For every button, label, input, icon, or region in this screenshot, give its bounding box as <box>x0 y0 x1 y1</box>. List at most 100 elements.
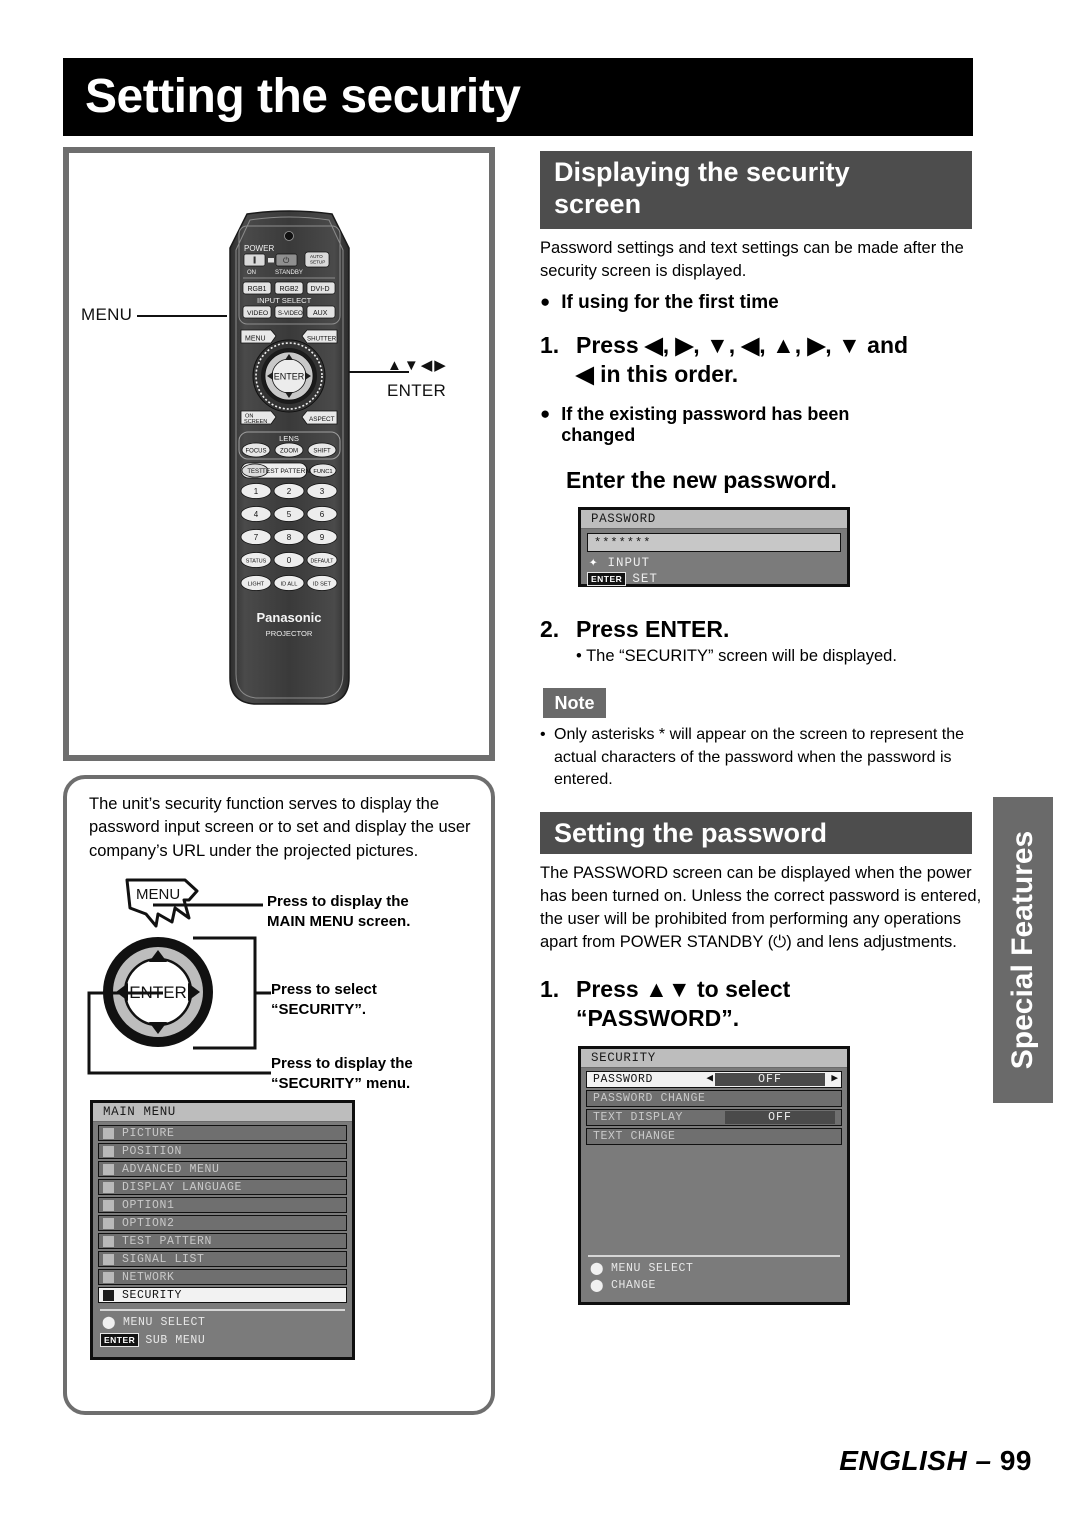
main-menu-item-option2[interactable]: OPTION2 <box>98 1215 347 1231</box>
svg-text:RGB2: RGB2 <box>280 286 299 293</box>
updown-diamond-icon: ⬤ <box>102 1315 117 1330</box>
svg-text:8: 8 <box>287 533 292 542</box>
security-item-password-change[interactable]: PASSWORD CHANGE <box>586 1090 842 1107</box>
password-step-1-line1: Press ▲▼ to select <box>576 976 791 1002</box>
security-footer-select-label: MENU SELECT <box>611 1262 694 1275</box>
step-2-label: Press ENTER. <box>576 616 730 642</box>
security-item-label: TEXT DISPLAY <box>593 1111 684 1124</box>
main-menu-item-label: OPTION2 <box>122 1216 175 1230</box>
security-item-value: OFF <box>715 1073 825 1086</box>
main-menu-item-label: SIGNAL LIST <box>122 1252 205 1266</box>
note-body: • Only asterisks * will appear on the sc… <box>540 724 970 792</box>
page-footer: ENGLISH – 99 <box>839 1445 1032 1477</box>
displaying-security-header-line2: screen <box>554 188 642 219</box>
svg-text:RGB1: RGB1 <box>248 286 267 293</box>
callout-menu-label: MENU <box>81 305 133 324</box>
setting-password-header-label: Setting the password <box>554 817 828 848</box>
main-menu-item-signal-list[interactable]: SIGNAL LIST <box>98 1251 347 1267</box>
password-step-1-line2: “PASSWORD”. <box>576 1005 740 1032</box>
main-menu-item-advanced-menu[interactable]: ADVANCED MENU <box>98 1161 347 1177</box>
password-osd-set-label: SET <box>632 572 658 586</box>
svg-text:ASPECT: ASPECT <box>309 416 335 423</box>
svg-text:AUX: AUX <box>313 310 328 317</box>
security-item-label: PASSWORD CHANGE <box>593 1092 706 1105</box>
note-badge: Note <box>543 688 606 718</box>
test-pattern-icon <box>103 1235 114 1247</box>
step-1-line1: Press ◀, ▶, ▼, ◀, ▲, ▶, ▼ and <box>576 332 909 358</box>
svg-text:ZOOM: ZOOM <box>280 449 298 455</box>
main-menu-osd-rows: PICTURE POSITION ADVANCED MENU DISPLAY LANG… <box>93 1122 352 1303</box>
svg-text:6: 6 <box>320 510 325 519</box>
svg-text:STATUS: STATUS <box>246 559 267 565</box>
main-menu-item-position[interactable]: POSITION <box>98 1143 347 1159</box>
security-item-password[interactable]: PASSWORD OFF ◀ ▶ <box>586 1071 842 1088</box>
network-icon <box>103 1271 114 1283</box>
bullet-first-time-label: If using for the first time <box>561 292 779 313</box>
main-menu-item-option1[interactable]: OPTION1 <box>98 1197 347 1213</box>
security-osd-rows: PASSWORD OFF ◀ ▶ PASSWORD CHANGE TEXT DISPLAY… <box>581 1068 847 1145</box>
security-osd-title: SECURITY <box>581 1049 847 1068</box>
main-menu-osd-footer: ⬤ MENU SELECT ENTER SUB MENU <box>100 1309 345 1351</box>
svg-text:MENU: MENU <box>136 886 180 903</box>
security-intro-text: Password settings and text settings can … <box>540 239 964 281</box>
security-footer-select: ⬤ MENU SELECT <box>588 1262 840 1275</box>
svg-text:⏻: ⏻ <box>283 256 290 265</box>
displaying-security-header: Displaying the security screen <box>540 151 972 229</box>
main-menu-item-security[interactable]: SECURITY <box>98 1287 347 1303</box>
security-info-paragraph: The unit’s security function serves to d… <box>89 795 471 860</box>
svg-text:1: 1 <box>254 487 259 496</box>
security-footer-change: ⬤ CHANGE <box>588 1279 840 1292</box>
setting-password-header: Setting the password <box>540 812 972 854</box>
main-menu-item-picture[interactable]: PICTURE <box>98 1125 347 1141</box>
security-item-text-display[interactable]: TEXT DISPLAY OFF <box>586 1109 842 1126</box>
svg-text:SETUP: SETUP <box>310 260 325 265</box>
svg-text:INPUT SELECT: INPUT SELECT <box>257 296 312 305</box>
main-menu-footer-select: ⬤ MENU SELECT <box>100 1316 345 1329</box>
step-2-press-enter: 2. Press ENTER. <box>540 615 970 644</box>
globe-icon <box>103 1181 114 1193</box>
remote-illustration: MENU ▲▼◀▶ ENTER POWER ⏻ AUTO SETUP ON ST… <box>69 153 489 755</box>
main-menu-item-display-language[interactable]: DISPLAY LANGUAGE <box>98 1179 347 1195</box>
svg-text:SHIFT: SHIFT <box>313 449 331 455</box>
svg-text:POWER: POWER <box>244 244 274 253</box>
main-menu-item-label: PICTURE <box>122 1126 175 1140</box>
option-icon <box>103 1199 114 1211</box>
menu-callout-text: Press to display the MAIN MENU screen. <box>267 892 410 932</box>
main-menu-item-network[interactable]: NETWORK <box>98 1269 347 1285</box>
left-arrow-icon[interactable]: ◀ <box>706 1072 713 1086</box>
enter-select-line1: Press to select <box>271 981 377 998</box>
security-item-text-change[interactable]: TEXT CHANGE <box>586 1128 842 1145</box>
password-step-1: 1. Press ▲▼ to select “PASSWORD”. <box>540 975 970 1034</box>
main-menu-item-label: NETWORK <box>122 1270 175 1284</box>
svg-text:SCREEN: SCREEN <box>244 419 267 425</box>
side-tab-special-features: Special Features <box>993 797 1053 1103</box>
svg-text:VIDEO: VIDEO <box>247 310 268 317</box>
bullet-dot-icon-2: ● <box>540 404 551 423</box>
svg-text:STANDBY: STANDBY <box>275 270 303 276</box>
enter-display-callout: Press to display the “SECURITY” menu. <box>271 1054 413 1094</box>
leftright-diamond-icon: ⬤ <box>590 1278 605 1293</box>
main-menu-item-label: POSITION <box>122 1144 183 1158</box>
svg-text:ON: ON <box>247 270 256 276</box>
key-icon <box>103 1289 114 1301</box>
enter-display-line1: Press to display the <box>271 1055 413 1072</box>
step-1-press-arrows: 1. Press ◀, ▶, ▼, ◀, ▲, ▶, ▼ and ◀ in th… <box>540 331 980 390</box>
security-item-label: PASSWORD <box>593 1073 654 1086</box>
menu-callout-line1: Press to display the <box>267 893 409 910</box>
menu-enter-diagram: MENU Press to display the MAIN MENU scre… <box>85 874 483 1099</box>
svg-text:TEST: TEST <box>247 469 263 475</box>
svg-text:0: 0 <box>287 556 292 565</box>
main-menu-item-test-pattern[interactable]: TEST PATTERN <box>98 1233 347 1249</box>
svg-text:FOCUS: FOCUS <box>246 449 267 455</box>
page-title: Setting the security <box>85 70 521 123</box>
security-info-box: The unit’s security function serves to d… <box>63 775 495 1415</box>
svg-text:ID SET: ID SET <box>313 582 332 588</box>
right-arrow-icon[interactable]: ▶ <box>831 1072 838 1086</box>
security-osd-footer: ⬤ MENU SELECT ⬤ CHANGE <box>588 1255 840 1296</box>
side-tab-label: Special Features <box>1006 830 1039 1070</box>
callout-enter-label: ENTER <box>387 381 447 400</box>
svg-text:AUTO: AUTO <box>310 254 323 259</box>
enter-chip-icon-pw: ENTER <box>587 572 627 586</box>
svg-text:SHUTTER: SHUTTER <box>307 336 337 343</box>
enter-new-password-instruction: Enter the new password. <box>566 466 986 495</box>
